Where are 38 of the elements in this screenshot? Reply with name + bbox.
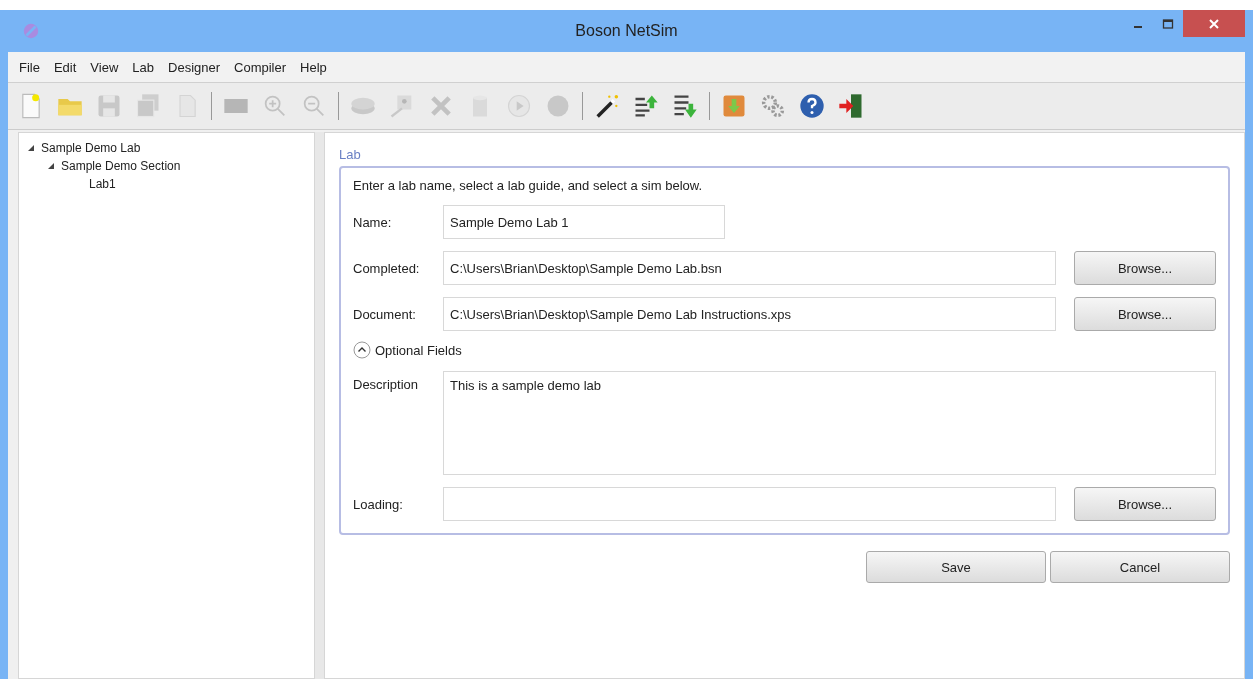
tree-item[interactable]: Lab1 xyxy=(89,177,116,191)
close-icon xyxy=(1208,17,1220,30)
app-logo-icon xyxy=(22,22,40,40)
cancel-button[interactable]: Cancel xyxy=(1050,551,1230,583)
menu-item[interactable]: File xyxy=(12,59,47,75)
splitter[interactable] xyxy=(315,132,324,679)
close-button[interactable] xyxy=(1183,10,1245,37)
menu-item[interactable]: View xyxy=(83,59,126,75)
menu-item[interactable]: Lab xyxy=(125,59,161,75)
tree-item[interactable]: Sample Demo Lab xyxy=(41,141,141,155)
window-title: Boson NetSim xyxy=(575,22,678,40)
path-field[interactable]: C:\Users\Brian\Desktop\Sample Demo Lab.bsn xyxy=(443,251,1056,285)
menu-item[interactable]: Compiler xyxy=(227,59,294,75)
menu-item[interactable]: Help xyxy=(293,59,334,75)
loading-field[interactable] xyxy=(443,487,1056,521)
section-label: Optional Fields xyxy=(375,342,462,358)
expanded-arrow-icon[interactable] xyxy=(27,144,35,152)
field-label: Loading: xyxy=(353,496,404,512)
browse-button[interactable]: Browse... xyxy=(1074,297,1216,331)
field-label: Document: xyxy=(353,306,417,322)
save-button[interactable]: Save xyxy=(866,551,1046,583)
browse-button[interactable]: Browse... xyxy=(1074,251,1216,285)
name-field[interactable]: Sample Demo Lab 1 xyxy=(443,205,725,239)
path-field[interactable]: C:\Users\Brian\Desktop\Sample Demo Lab Instructions.xps xyxy=(443,297,1056,331)
maximize-icon[interactable] xyxy=(1162,18,1174,30)
field-label: Description xyxy=(353,376,420,392)
group-title: Lab xyxy=(339,147,362,162)
help-icon[interactable] xyxy=(797,91,827,121)
menu-item[interactable]: Edit xyxy=(46,59,84,75)
expanded-arrow-icon[interactable] xyxy=(47,162,55,170)
menu-item[interactable]: Designer xyxy=(161,59,228,75)
browse-button[interactable]: Browse... xyxy=(1074,487,1216,521)
instructions-text: Enter a lab name, select a lab guide, and select a sim below. xyxy=(353,178,704,193)
expand-toggle-icon[interactable] xyxy=(353,341,371,359)
description-field[interactable]: This is a sample demo lab xyxy=(443,371,1216,475)
tree-item[interactable]: Sample Demo Section xyxy=(61,159,181,173)
field-label: Completed: xyxy=(353,260,421,276)
field-label: Name: xyxy=(353,214,393,230)
